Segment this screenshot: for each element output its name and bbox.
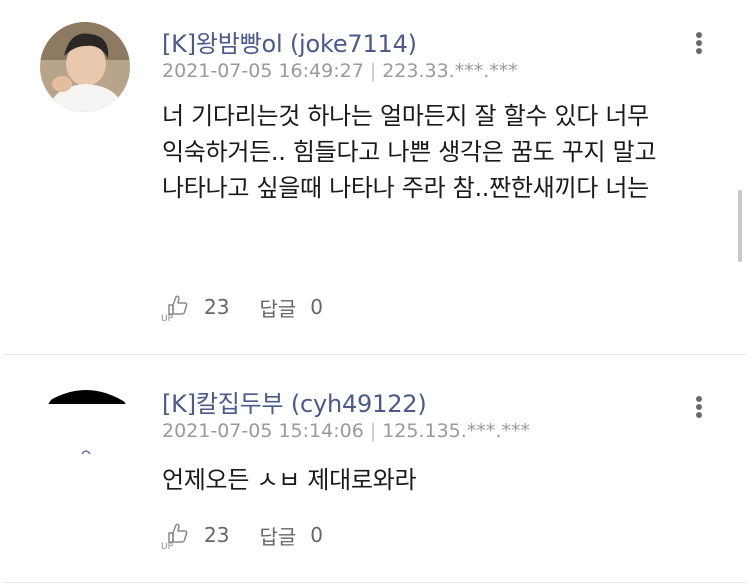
- kebab-dot: [696, 48, 702, 54]
- reply-button[interactable]: 답글 0: [259, 293, 323, 322]
- kebab-dot: [696, 396, 702, 402]
- up-count: 23: [204, 295, 230, 319]
- comment-meta: 2021-07-05 15:14:06 | 125.135.***.***: [162, 420, 530, 442]
- comment-actions: UP 23 답글 0: [160, 291, 323, 323]
- comment-meta: 2021-07-05 16:49:27 | 223.33.***.***: [162, 60, 518, 82]
- comment-divider: [4, 582, 746, 583]
- reply-count: 0: [310, 295, 323, 319]
- thumbs-up-icon: UP: [161, 523, 188, 551]
- kebab-dot: [696, 404, 702, 410]
- scrollbar[interactable]: [738, 190, 742, 262]
- comment-item: [K]왕밤빵ol (joke7114) 2021-07-05 16:49:27 |…: [0, 0, 750, 355]
- comment-author[interactable]: [K]왕밤빵ol (joke7114): [162, 24, 417, 59]
- reply-button[interactable]: 답글 0: [259, 521, 323, 550]
- comment-text: 언제오든 ㅅㅂ 제대로와라: [162, 466, 417, 494]
- up-button[interactable]: UP 23: [160, 291, 229, 323]
- comment-actions: UP 23 답글 0: [160, 519, 323, 551]
- svg-text:UP: UP: [161, 314, 174, 323]
- thumbs-up-icon: UP: [161, 295, 188, 323]
- meta-separator: |: [369, 60, 377, 82]
- kebab-dot: [696, 40, 702, 46]
- kebab-dot: [696, 412, 702, 418]
- comment-date: 2021-07-05 16:49:27: [162, 60, 364, 82]
- comment-ip: 223.33.***.***: [382, 60, 518, 82]
- reply-label: 답글: [259, 296, 297, 321]
- kebab-dot: [696, 32, 702, 38]
- comment-date: 2021-07-05 15:14:06: [162, 420, 364, 442]
- svg-text:UP: UP: [161, 542, 174, 551]
- comment-item: [K]칼집두부 (cyh49122) 2021-07-05 15:14:06 | 1…: [0, 356, 750, 585]
- kebab-menu-icon[interactable]: [688, 28, 710, 58]
- comment-ip: 125.135.***.***: [382, 420, 530, 442]
- up-button[interactable]: UP 23: [160, 519, 229, 551]
- reply-count: 0: [310, 523, 323, 547]
- kebab-menu-icon[interactable]: [688, 392, 710, 422]
- reply-label: 답글: [259, 524, 297, 549]
- meta-separator: |: [369, 420, 377, 442]
- up-count: 23: [204, 523, 230, 547]
- comment-author[interactable]: [K]칼집두부 (cyh49122): [162, 384, 427, 419]
- comment-text: 너 기다리는것 하나는 얼마든지 잘 할수 있다 너무 익숙하거든.. 힘들다고…: [162, 102, 657, 202]
- comment-divider: [4, 354, 746, 355]
- avatar[interactable]: [40, 22, 130, 112]
- avatar[interactable]: [42, 382, 132, 472]
